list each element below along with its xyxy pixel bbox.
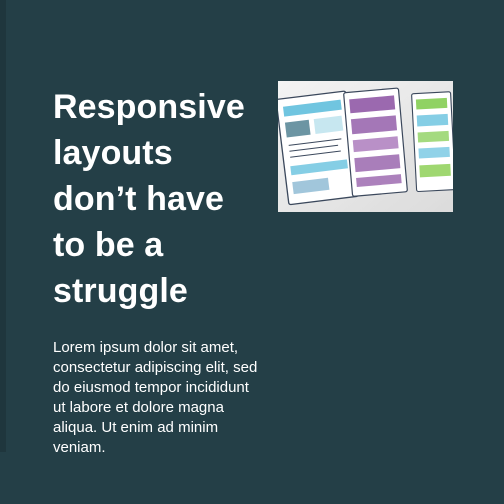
article-body: Lorem ipsum dolor sit amet, consectetur … xyxy=(53,339,258,456)
page-canvas: Responsive layouts don’t have to be a st… xyxy=(0,0,504,504)
wireframe-sketch-photo-icon xyxy=(278,81,453,212)
headline-line: layouts xyxy=(53,134,173,172)
headline-line: struggle xyxy=(53,272,188,310)
left-edge-strip xyxy=(0,0,6,452)
headline-line: Responsive xyxy=(53,88,245,126)
headline-line: to be a xyxy=(53,226,164,264)
headline-line: don’t have xyxy=(53,180,225,218)
article-headline: Responsive layouts don’t have to be a st… xyxy=(53,84,268,314)
wireframe-sketch-illustration xyxy=(278,81,453,212)
